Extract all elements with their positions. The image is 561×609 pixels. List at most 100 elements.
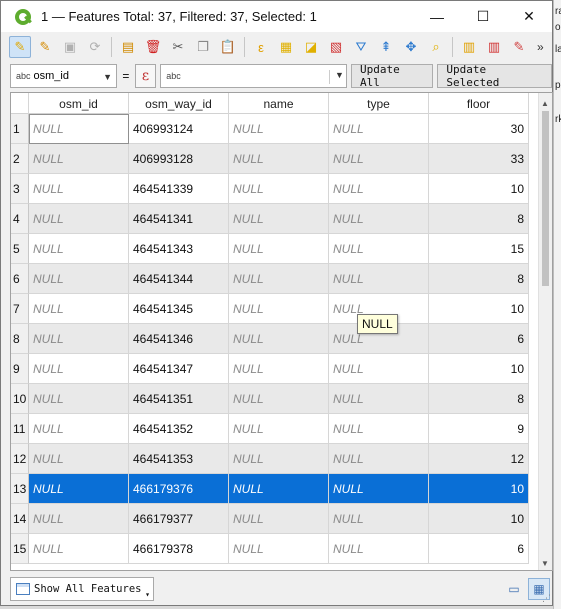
reload-icon[interactable]: ⟳ [84, 36, 106, 58]
cell-osm-id[interactable]: NULL [29, 234, 129, 264]
close-button[interactable]: ✕ [506, 1, 552, 32]
table-row[interactable]: 6 NULL 464541344 NULL NULL 8 [11, 264, 529, 294]
move-selection-to-top-icon[interactable]: ⇞ [375, 36, 397, 58]
cell-osm-way-id[interactable]: 466179376 [129, 474, 229, 504]
resize-grip-icon[interactable]: ⋰ [542, 593, 551, 604]
cell-floor[interactable]: 15 [429, 234, 529, 264]
copy-icon[interactable]: ❐ [192, 36, 214, 58]
row-header[interactable]: 8 [11, 324, 29, 354]
cell-floor[interactable]: 8 [429, 204, 529, 234]
cell-floor[interactable]: 30 [429, 114, 529, 144]
cell-osm-way-id[interactable]: 464541352 [129, 414, 229, 444]
cell-name[interactable]: NULL [229, 474, 329, 504]
cell-osm-way-id[interactable]: 464541339 [129, 174, 229, 204]
cell-osm-way-id[interactable]: 464541345 [129, 294, 229, 324]
cell-osm-id[interactable]: NULL [29, 204, 129, 234]
cell-osm-id[interactable]: NULL [29, 144, 129, 174]
row-header[interactable]: 2 [11, 144, 29, 174]
row-header[interactable]: 14 [11, 504, 29, 534]
toggle-editing-icon[interactable]: ✎ [9, 36, 31, 58]
cell-type[interactable]: NULL [329, 474, 429, 504]
row-header[interactable]: 10 [11, 384, 29, 414]
form-view-button[interactable]: ▭ [503, 578, 525, 600]
table-row[interactable]: 4 NULL 464541341 NULL NULL 8 [11, 204, 529, 234]
column-header-osm-way-id[interactable]: osm_way_id [129, 93, 229, 114]
delete-field-icon[interactable]: ▥ [483, 36, 505, 58]
multi-edit-icon[interactable]: ✎ [34, 36, 56, 58]
cell-osm-id[interactable]: NULL [29, 324, 129, 354]
cell-floor[interactable]: 10 [429, 474, 529, 504]
column-header-osm-id[interactable]: osm_id [29, 93, 129, 114]
cell-osm-way-id[interactable]: 464541346 [129, 324, 229, 354]
cell-floor[interactable]: 10 [429, 354, 529, 384]
filter-icon[interactable]: ⛛ [350, 36, 372, 58]
cell-floor[interactable]: 10 [429, 174, 529, 204]
cell-name[interactable]: NULL [229, 234, 329, 264]
cell-floor[interactable]: 6 [429, 534, 529, 564]
cell-name[interactable]: NULL [229, 114, 329, 144]
cell-osm-way-id[interactable]: 464541344 [129, 264, 229, 294]
paste-icon[interactable]: 📋 [217, 36, 239, 58]
cell-osm-way-id[interactable]: 464541341 [129, 204, 229, 234]
select-by-expression-icon[interactable]: ε [250, 36, 272, 58]
row-header[interactable]: 9 [11, 354, 29, 384]
field-calculator-icon[interactable]: ✎ [508, 36, 530, 58]
delete-feature-icon[interactable]: 🗑 [142, 36, 164, 58]
table-row[interactable]: 13 NULL 466179376 NULL NULL 10 [11, 474, 529, 504]
cell-type[interactable]: NULL [329, 354, 429, 384]
zoom-to-selected-icon[interactable]: ⌕ [425, 36, 447, 58]
value-input[interactable]: abc ▼ [160, 64, 347, 88]
cell-name[interactable]: NULL [229, 354, 329, 384]
cell-osm-way-id[interactable]: 466179378 [129, 534, 229, 564]
cell-osm-id[interactable]: NULL [29, 384, 129, 414]
cell-floor[interactable]: 12 [429, 444, 529, 474]
table-row[interactable]: 14 NULL 466179377 NULL NULL 10 [11, 504, 529, 534]
chevron-down-icon[interactable]: ▼ [329, 70, 344, 84]
row-header[interactable]: 15 [11, 534, 29, 564]
scroll-up-icon[interactable]: ▲ [541, 99, 549, 108]
row-header[interactable]: 5 [11, 234, 29, 264]
cell-osm-id[interactable]: NULL [29, 174, 129, 204]
cell-name[interactable]: NULL [229, 324, 329, 354]
cell-osm-id[interactable]: NULL [29, 264, 129, 294]
table-row[interactable]: 1 NULL 406993124 NULL NULL 30 [11, 114, 529, 144]
toolbar-overflow-button[interactable]: » [537, 40, 544, 54]
deselect-all-icon[interactable]: ▧ [325, 36, 347, 58]
table-row[interactable]: 8 NULL 464541346 NULL NULL 6 [11, 324, 529, 354]
table-row[interactable]: 5 NULL 464541343 NULL NULL 15 [11, 234, 529, 264]
column-header-floor[interactable]: floor [429, 93, 529, 114]
cell-osm-way-id[interactable]: 406993128 [129, 144, 229, 174]
invert-selection-icon[interactable]: ◪ [300, 36, 322, 58]
update-selected-button[interactable]: Update Selected [437, 63, 552, 89]
save-edits-icon[interactable]: ▣ [59, 36, 81, 58]
row-header[interactable]: 11 [11, 414, 29, 444]
row-header[interactable]: 12 [11, 444, 29, 474]
header-corner[interactable] [11, 93, 29, 114]
cell-floor[interactable]: 9 [429, 414, 529, 444]
cell-osm-id[interactable]: NULL [29, 504, 129, 534]
attribute-table[interactable]: ▲ ▼ osm_id osm_way_id name type floor 1 NULL 40… [10, 92, 553, 571]
cell-type[interactable]: NULL [329, 534, 429, 564]
cell-type[interactable]: NULL [329, 114, 429, 144]
table-row[interactable]: 3 NULL 464541339 NULL NULL 10 [11, 174, 529, 204]
row-header[interactable]: 1 [11, 114, 29, 144]
cell-type[interactable]: NULL [329, 444, 429, 474]
filter-mode-select[interactable]: Show All Features ▾ [10, 577, 154, 601]
new-field-icon[interactable]: ▥ [458, 36, 480, 58]
cell-name[interactable]: NULL [229, 444, 329, 474]
minimize-button[interactable]: — [414, 1, 460, 32]
cell-name[interactable]: NULL [229, 504, 329, 534]
add-feature-icon[interactable]: ▤ [117, 36, 139, 58]
table-row[interactable]: 10 NULL 464541351 NULL NULL 8 [11, 384, 529, 414]
update-all-button[interactable]: Update All [350, 63, 434, 89]
cell-osm-id[interactable]: NULL [29, 534, 129, 564]
cell-floor[interactable]: 10 [429, 294, 529, 324]
cell-type[interactable]: NULL [329, 204, 429, 234]
table-row[interactable]: 2 NULL 406993128 NULL NULL 33 [11, 144, 529, 174]
cell-osm-id[interactable]: NULL [29, 444, 129, 474]
cell-floor[interactable]: 8 [429, 264, 529, 294]
maximize-button[interactable]: ☐ [460, 1, 506, 32]
cell-type[interactable]: NULL [329, 264, 429, 294]
pan-to-selected-icon[interactable]: ✥ [400, 36, 422, 58]
cell-type[interactable]: NULL [329, 234, 429, 264]
